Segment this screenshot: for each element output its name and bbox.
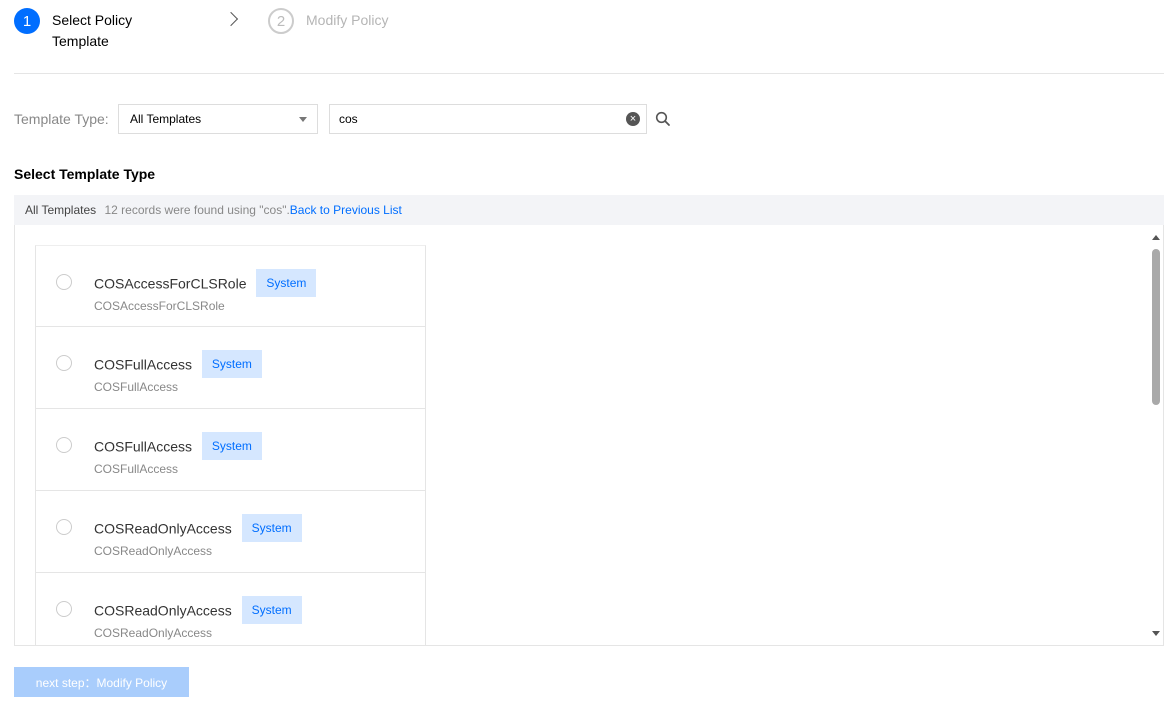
list-scrollbar[interactable] [1149,225,1163,645]
template-description: COSFullAccess [94,462,179,476]
scroll-up-icon[interactable] [1152,235,1160,240]
template-description: COSReadOnlyAccess [94,544,213,558]
template-type-label: Template Type: [14,111,109,127]
template-description: COSAccessForCLSRole [94,299,225,313]
filter-row: Template Type: All Templates × [14,104,714,134]
system-badge: System [241,514,302,542]
template-card[interactable]: COSReadOnlyAccess System COSReadOnlyAcce… [35,491,426,573]
result-count: 12 records were found using "cos". [104,203,290,217]
template-name: COSAccessForCLSRole [94,275,247,292]
template-radio[interactable] [56,274,72,290]
template-name-row: COSFullAccess System [94,432,262,462]
template-name-row: COSAccessForCLSRole System [94,269,317,299]
template-radio[interactable] [56,519,72,535]
template-name: COSReadOnlyAccess [94,602,232,619]
template-card[interactable]: COSFullAccess System COSFullAccess [35,409,426,491]
template-type-select[interactable]: All Templates [118,104,318,134]
template-radio[interactable] [56,355,72,371]
search-input[interactable] [339,106,609,132]
scrollbar-thumb[interactable] [1152,249,1160,405]
step-1-label: Select Policy Template [52,12,133,49]
header-divider [14,73,1164,74]
search-icon[interactable] [655,111,671,127]
step-1: 1 Select Policy Template [14,8,152,52]
template-description: COSFullAccess [94,380,179,394]
chevron-right-icon [223,11,239,27]
template-card[interactable]: COSFullAccess System COSFullAccess [35,327,426,409]
template-list-panel: COSAccessForCLSRole System COSAccessForC… [14,225,1164,646]
next-step-button[interactable]: next step：Modify Policy [14,667,189,697]
system-badge: System [256,269,317,297]
system-badge: System [201,432,262,460]
template-card[interactable]: COSReadOnlyAccess System COSReadOnlyAcce… [35,573,426,645]
section-title: Select Template Type [14,166,156,182]
template-name: COSFullAccess [94,356,193,373]
template-name: COSReadOnlyAccess [94,520,232,537]
template-card[interactable]: COSAccessForCLSRole System COSAccessForC… [35,245,426,327]
template-name-row: COSReadOnlyAccess System [94,514,302,544]
search-box: × [329,104,647,134]
system-badge: System [241,596,302,624]
template-radio[interactable] [56,601,72,617]
template-name-row: COSReadOnlyAccess System [94,596,302,626]
step-1-number: 1 [14,8,40,34]
template-name-row: COSFullAccess System [94,350,262,380]
template-name: COSFullAccess [94,438,193,455]
list-category: All Templates [25,203,97,217]
template-radio[interactable] [56,437,72,453]
caret-down-icon [299,117,307,122]
step-2-number: 2 [268,8,294,34]
step-2: 2 Modify Policy [268,8,388,34]
back-to-previous-list-link[interactable]: Back to Previous List [290,203,402,217]
system-badge: System [201,350,262,378]
step-indicator: 1 Select Policy Template 2 Modify Policy [14,8,1164,58]
scroll-down-icon[interactable] [1152,631,1160,636]
template-type-selected: All Templates [130,112,202,126]
step-2-label: Modify Policy [306,12,389,28]
clear-icon[interactable]: × [626,112,640,126]
template-description: COSReadOnlyAccess [94,626,213,640]
list-header: All Templates 12 records were found usin… [14,195,1164,225]
template-cards: COSAccessForCLSRole System COSAccessForC… [35,245,426,645]
